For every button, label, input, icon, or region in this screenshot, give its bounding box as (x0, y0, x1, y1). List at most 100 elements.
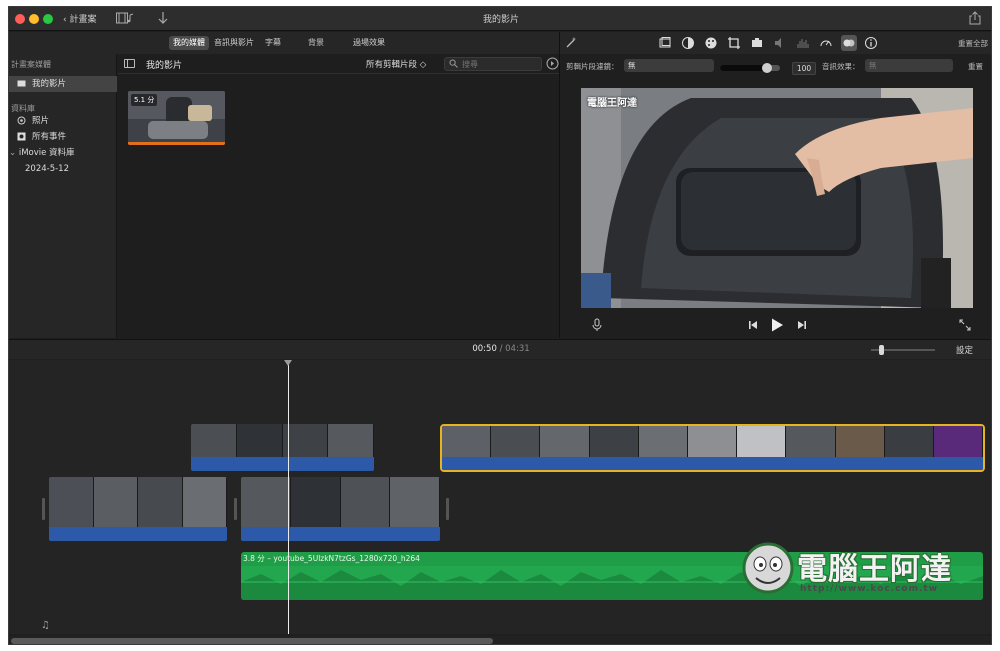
sidebar-toggle-icon[interactable] (124, 59, 135, 68)
projects-media-heading: 計畫案媒體 (11, 60, 51, 69)
share-icon[interactable] (969, 11, 981, 25)
timeline-header: 00:50 / 04:31 設定 (9, 339, 991, 359)
star-box-icon (17, 132, 26, 141)
color-balance-icon[interactable] (681, 36, 695, 50)
stabilization-camera-icon[interactable] (750, 36, 764, 50)
library-sidebar: 計畫案媒體 我的影片 資料庫 照片 所有事件 ⌄ iMovie 資料庫 2024… (9, 54, 117, 338)
crop-frame-icon[interactable] (658, 36, 672, 50)
filter-circles-icon (843, 39, 855, 47)
volume-value-field[interactable]: 100 (792, 62, 816, 75)
scrollbar-thumb[interactable] (11, 638, 493, 644)
media-clip-thumbnail[interactable]: 5.1 分 (128, 91, 225, 145)
noise-reduction-equalizer-icon[interactable] (796, 36, 810, 50)
cutaway-clip[interactable] (191, 424, 374, 471)
sidebar-item-photos[interactable]: 照片 (9, 113, 117, 129)
tab-my-media[interactable]: 我的媒體 (169, 36, 209, 50)
clip-edge-handle[interactable] (446, 498, 449, 520)
window-title: 我的影片 (482, 15, 519, 25)
video-preview[interactable]: 電腦王阿達 (581, 88, 973, 308)
selected-overlay-clip[interactable] (440, 424, 985, 472)
clip-filter-dropdown[interactable]: 所有剪輯片段 ◇ (366, 58, 426, 70)
color-correction-palette-icon[interactable] (704, 36, 718, 50)
play-icon[interactable] (769, 317, 785, 333)
clip-frames (241, 477, 440, 527)
timeline-settings-button[interactable]: 設定 (956, 344, 973, 356)
sidebar-item-label: 我的影片 (32, 79, 67, 89)
reset-all-button[interactable]: 重置全部 (958, 38, 988, 49)
video-frame-image (581, 88, 973, 308)
clip-filter-button[interactable] (841, 35, 857, 51)
skip-forward-icon[interactable] (795, 318, 809, 332)
timecode-separator: / (499, 344, 503, 354)
media-tabs: 我的媒體 音訊與影片 字幕 背景 過場效果 (9, 32, 559, 54)
clip-duration-badge: 5.1 分 (131, 94, 158, 106)
browser-title: 我的影片 (146, 61, 183, 71)
sidebar-item-all-events[interactable]: 所有事件 (9, 129, 117, 145)
clip-frames (49, 477, 227, 527)
sidebar-item-my-movie[interactable]: 我的影片 (9, 76, 117, 92)
audio-effect-field[interactable]: 無 (865, 59, 953, 72)
sidebar-item-imovie-library[interactable]: ⌄ iMovie 資料庫 (9, 145, 117, 161)
magic-wand-icon[interactable] (564, 36, 578, 50)
clip-edge-handle[interactable] (234, 498, 237, 520)
watermark-text: 電腦王阿達 (797, 552, 952, 587)
audio-effect-label: 音訊效果： (822, 62, 860, 71)
sidebar-item-event[interactable]: 2024-5-12 (9, 161, 117, 177)
clip-audio-waveform (241, 527, 440, 541)
used-range-bar (128, 142, 225, 145)
title-bar: ‹ 計畫案 我的影片 (9, 7, 991, 31)
primary-clip-2[interactable] (241, 477, 440, 541)
clip-audio-waveform (191, 457, 374, 471)
clip-frames (191, 424, 374, 457)
mascot-face-icon (742, 542, 794, 594)
speed-gauge-icon[interactable] (819, 36, 833, 50)
current-time: 00:50 (472, 344, 497, 354)
timeline-zoom-slider[interactable] (871, 345, 935, 355)
playhead[interactable] (288, 362, 289, 634)
crop-icon[interactable] (727, 36, 741, 50)
timeline-scrollbar[interactable] (9, 636, 991, 644)
watermark-url: http://www.koc.com.tw (800, 584, 939, 594)
volume-speaker-icon[interactable] (773, 36, 787, 50)
volume-slider-knob[interactable] (761, 63, 772, 73)
search-input[interactable] (444, 57, 542, 71)
music-note-icon: ♫ (41, 620, 50, 631)
forward-circle-icon[interactable] (546, 57, 559, 70)
clip-filter-field[interactable]: 無 (624, 59, 714, 72)
primary-clip-1[interactable] (49, 477, 227, 541)
adjustment-toolbar: 重置全部 (560, 32, 991, 54)
tab-audio-video[interactable]: 音訊與影片 (210, 36, 258, 50)
sidebar-item-label: 2024-5-12 (25, 164, 69, 174)
search-icon (449, 59, 458, 68)
film-strip-icon (17, 80, 26, 87)
photos-flower-icon (17, 116, 26, 125)
media-browser: 我的影片 所有剪輯片段 ◇ 5.1 分 (118, 54, 559, 338)
total-duration: 04:31 (505, 344, 530, 354)
tab-titles[interactable]: 字幕 (261, 36, 285, 50)
sidebar-item-label: 所有事件 (32, 132, 67, 142)
sidebar-item-label: 照片 (32, 116, 50, 126)
audio-clip-label: 3.8 分 – youtube_5UlzkN7tzGs_1280x720_h26… (243, 554, 420, 563)
video-watermark-text: 電腦王阿達 (587, 98, 637, 109)
voiceover-microphone-icon[interactable] (590, 318, 604, 332)
info-icon[interactable] (864, 36, 878, 50)
zoom-slider-knob[interactable] (879, 345, 884, 355)
tab-backgrounds[interactable]: 背景 (304, 36, 328, 50)
volume-slider-fill (720, 65, 767, 71)
site-watermark-logo: 電腦王阿達 http://www.koc.com.tw (740, 540, 980, 602)
clip-edge-handle[interactable] (42, 498, 45, 520)
disclosure-chevron-icon[interactable]: ⌄ (9, 148, 19, 158)
volume-slider[interactable] (720, 63, 780, 73)
clip-audio-waveform (442, 457, 983, 470)
browser-toolbar: 我的影片 所有剪輯片段 ◇ (118, 54, 559, 74)
reset-button[interactable]: 重置 (968, 61, 983, 72)
viewer-pane: 重置全部 剪輯片段濾鏡： 無 音訊效果： 無 重置 100 電腦王阿達 (559, 32, 991, 338)
skip-back-icon[interactable] (746, 318, 760, 332)
tab-transitions[interactable]: 過場效果 (349, 36, 389, 50)
clip-frames (442, 426, 983, 457)
clip-audio-waveform (49, 527, 227, 541)
sidebar-item-label: iMovie 資料庫 (18, 148, 75, 158)
fullscreen-expand-icon[interactable] (958, 318, 972, 332)
clip-filter-label: 剪輯片段濾鏡： (566, 62, 619, 71)
playhead-handle[interactable] (284, 360, 292, 366)
